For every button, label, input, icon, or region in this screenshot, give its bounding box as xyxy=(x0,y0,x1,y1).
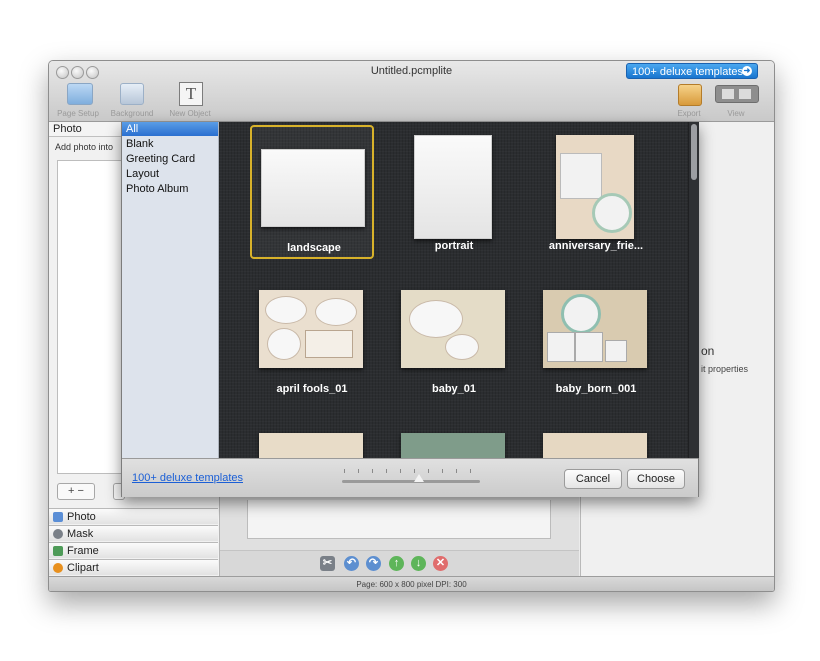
bring-forward-icon[interactable]: ↑ xyxy=(389,556,404,571)
deluxe-templates-link[interactable]: 100+ deluxe templates xyxy=(132,472,243,484)
panel-tab-clipart-label: Clipart xyxy=(67,562,99,574)
category-blank[interactable]: Blank xyxy=(122,137,218,151)
crop-icon[interactable]: ✂ xyxy=(320,556,335,571)
template-thumbnail xyxy=(401,433,505,458)
title-toolbar: Untitled.pcmplite 100+ deluxe templates … xyxy=(49,61,774,122)
template-row3-col1[interactable] xyxy=(250,411,374,458)
template-label: baby_born_001 xyxy=(555,383,637,395)
panel-tab-frame[interactable]: Frame xyxy=(49,542,218,558)
template-chooser-sheet: All Blank Greeting Card Layout Photo Alb… xyxy=(121,122,699,497)
panel-tab-frame-label: Frame xyxy=(67,545,99,557)
view-label: View xyxy=(727,109,745,118)
bottom-toolbar: ✂ ↶ ↷ ↑ ↓ ✕ xyxy=(220,550,579,577)
new-object-button[interactable]: T New Object xyxy=(163,81,217,121)
cancel-button[interactable]: Cancel xyxy=(564,469,622,489)
deluxe-templates-label: 100+ deluxe templates xyxy=(632,66,743,78)
inspector-subtext: it properties xyxy=(701,364,749,374)
template-thumbnail xyxy=(401,290,505,368)
template-april-fools-01[interactable]: april fools_01 xyxy=(250,268,374,402)
template-anniversary[interactable]: anniversary_frie... xyxy=(534,125,658,259)
template-grid: landscape portrait anniversary_frie... a… xyxy=(219,122,688,458)
send-backward-icon[interactable]: ↓ xyxy=(411,556,426,571)
deluxe-templates-button[interactable]: 100+ deluxe templates ➜ xyxy=(626,63,758,79)
redo-icon[interactable]: ↷ xyxy=(366,556,381,571)
panel-tab-clipart[interactable]: Clipart xyxy=(49,559,218,575)
template-label: baby_01 xyxy=(431,383,477,395)
page-setup-label: Page Setup xyxy=(57,109,99,118)
template-label: april fools_01 xyxy=(276,383,348,395)
template-baby-born-001[interactable]: baby_born_001 xyxy=(534,268,658,402)
mask-icon xyxy=(53,529,63,539)
category-all[interactable]: All xyxy=(122,122,218,136)
clipart-icon xyxy=(53,563,63,573)
template-portrait[interactable]: portrait xyxy=(392,125,516,259)
export-label: Export xyxy=(677,109,701,118)
panel-tab-mask[interactable]: Mask xyxy=(49,525,218,541)
thumbnail-size-slider[interactable] xyxy=(342,480,480,483)
export-icon xyxy=(678,84,702,106)
new-object-label: New Object xyxy=(169,109,211,118)
panel-tab-photo-label: Photo xyxy=(67,511,96,523)
template-row3-col3[interactable] xyxy=(534,411,658,458)
delete-icon[interactable]: ✕ xyxy=(433,556,448,571)
arrow-right-icon: ➜ xyxy=(742,66,752,76)
panel-tab-mask-label: Mask xyxy=(67,528,94,540)
background-button[interactable]: Background xyxy=(107,81,157,121)
template-label: landscape xyxy=(287,242,341,254)
choose-button[interactable]: Choose xyxy=(627,469,685,489)
sheet-footer: 100+ deluxe templates Cancel Choose xyxy=(122,458,698,497)
template-thumbnail xyxy=(414,135,492,239)
template-thumbnail xyxy=(261,149,365,227)
photo-icon xyxy=(53,512,63,522)
add-remove-photo-buttons[interactable]: + − xyxy=(57,483,95,500)
view-button[interactable]: View xyxy=(713,81,759,121)
undo-icon[interactable]: ↶ xyxy=(344,556,359,571)
frame-icon xyxy=(53,546,63,556)
add-photo-text: Add photo into xyxy=(55,142,114,152)
category-layout[interactable]: Layout xyxy=(122,167,218,181)
panel-tab-photo[interactable]: Photo xyxy=(49,508,218,524)
template-thumbnail xyxy=(543,433,647,458)
template-thumbnail xyxy=(259,290,363,368)
page-setup-button[interactable]: Page Setup xyxy=(53,81,103,121)
text-object-icon: T xyxy=(179,82,203,106)
template-label: anniversary_frie... xyxy=(548,240,644,252)
photo-header: Photo xyxy=(49,122,126,137)
scrollbar-thumb[interactable] xyxy=(691,124,697,180)
photo-list[interactable] xyxy=(57,160,125,474)
category-photo-album[interactable]: Photo Album xyxy=(122,182,218,196)
export-button[interactable]: Export xyxy=(669,81,709,121)
background-label: Background xyxy=(110,109,154,118)
template-label: portrait xyxy=(434,240,474,252)
category-list: All Blank Greeting Card Layout Photo Alb… xyxy=(122,122,219,458)
template-scrollbar[interactable] xyxy=(688,122,699,458)
background-icon xyxy=(120,83,144,105)
status-bar: Page: 600 x 800 pixel DPI: 300 xyxy=(49,576,774,591)
template-landscape[interactable]: landscape xyxy=(250,125,374,259)
template-thumbnail xyxy=(259,433,363,458)
view-icon xyxy=(715,85,759,103)
page-setup-icon xyxy=(67,83,93,105)
category-greeting-card[interactable]: Greeting Card xyxy=(122,152,218,166)
inspector-heading: on xyxy=(701,344,715,358)
slider-knob[interactable] xyxy=(414,474,424,482)
page-canvas[interactable] xyxy=(247,500,551,539)
template-thumbnail xyxy=(543,290,647,368)
template-row3-col2[interactable] xyxy=(392,411,516,458)
template-baby-01[interactable]: baby_01 xyxy=(392,268,516,402)
template-thumbnail xyxy=(556,135,634,239)
